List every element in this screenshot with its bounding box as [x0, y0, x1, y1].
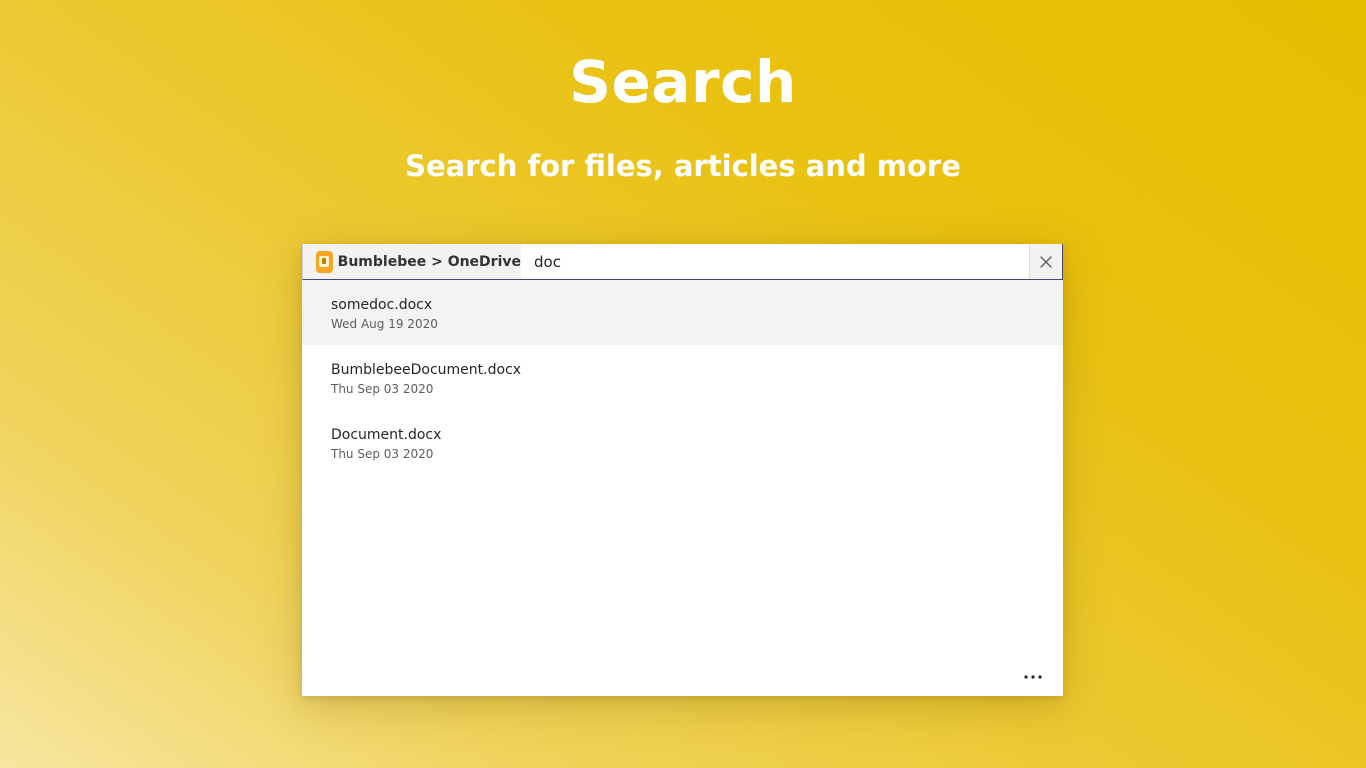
hero-subtitle: Search for files, articles and more	[405, 149, 961, 183]
result-item[interactable]: BumblebeeDocument.docx Thu Sep 03 2020	[302, 345, 1063, 410]
result-item[interactable]: Document.docx Thu Sep 03 2020	[302, 410, 1063, 475]
search-window: Bumblebee > OneDrive somedoc.docx Wed Au…	[302, 244, 1063, 696]
more-horizontal-icon	[1024, 675, 1042, 679]
clear-search-button[interactable]	[1029, 244, 1062, 279]
result-file-name: somedoc.docx	[331, 297, 433, 313]
result-file-date: Thu Sep 03 2020	[331, 447, 434, 461]
results-list: somedoc.docx Wed Aug 19 2020 BumblebeeDo…	[302, 280, 1063, 475]
result-item[interactable]: somedoc.docx Wed Aug 19 2020	[302, 280, 1063, 345]
result-file-date: Thu Sep 03 2020	[331, 382, 434, 396]
result-file-name: Document.docx	[331, 427, 442, 443]
close-icon	[1040, 255, 1052, 268]
search-scope-label: Bumblebee > OneDrive	[337, 253, 521, 270]
result-file-name: BumblebeeDocument.docx	[331, 362, 522, 378]
more-options-button[interactable]	[1018, 666, 1048, 688]
bumblebee-app-icon	[316, 250, 333, 273]
search-input[interactable]	[521, 244, 1029, 279]
search-bar: Bumblebee > OneDrive	[302, 244, 1063, 280]
search-scope[interactable]: Bumblebee > OneDrive	[303, 244, 521, 279]
hero-title: Search	[569, 48, 797, 116]
result-file-date: Wed Aug 19 2020	[331, 317, 438, 331]
